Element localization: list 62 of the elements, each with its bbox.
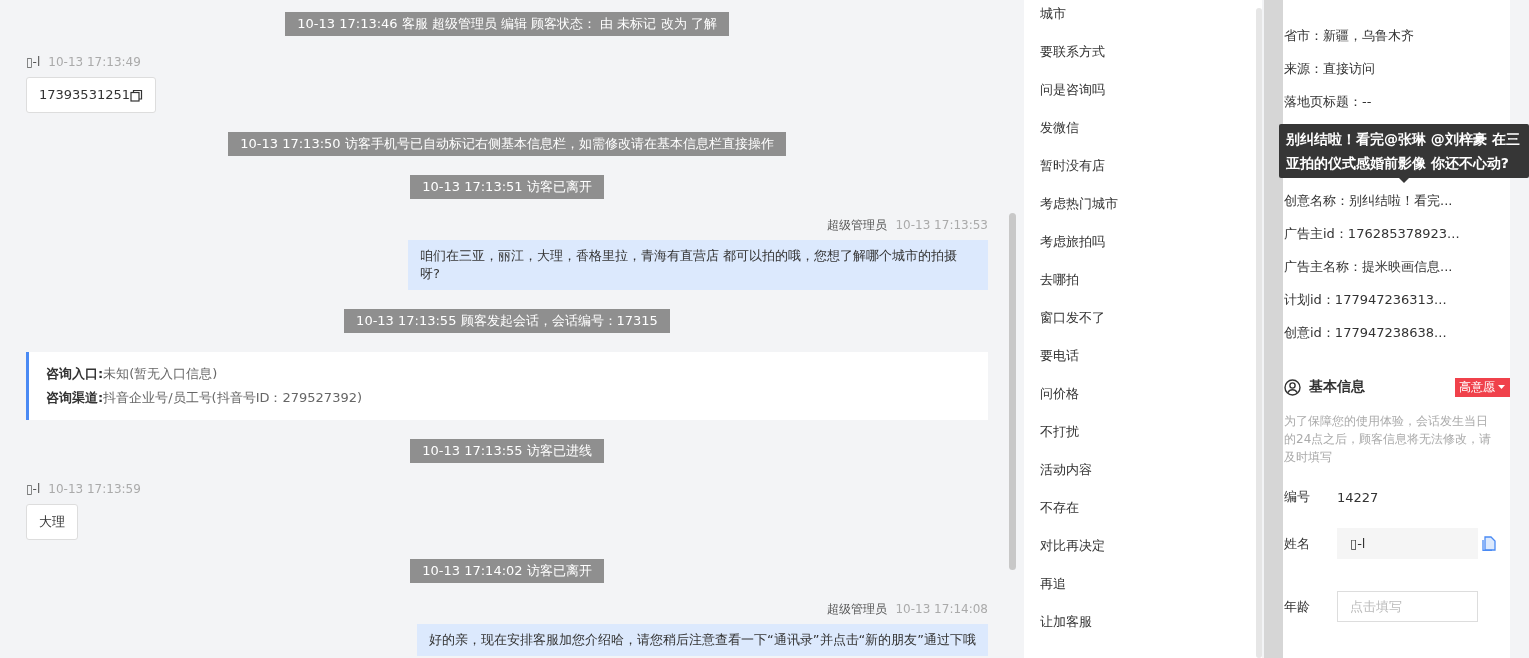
system-message: 10-13 17:13:55 顾客发起会话，会话编号：17315 xyxy=(344,309,670,333)
info-label: 咨询渠道: xyxy=(46,390,104,405)
message-time: 10-13 17:13:53 xyxy=(895,218,988,232)
quick-reply-item[interactable]: 去哪拍 xyxy=(1024,261,1256,299)
quick-reply-item[interactable]: 问价格 xyxy=(1024,375,1256,413)
scrollbar[interactable] xyxy=(1009,213,1016,570)
system-message: 10-13 17:13:50 访客手机号已自动标记右侧基本信息栏，如需修改请在基本信息栏直接操作 xyxy=(228,132,786,156)
quick-reply-item[interactable]: 不存在 xyxy=(1024,489,1256,527)
message-bubble: 好的亲，现在安排客服加您介绍哈，请您稍后注意查看一下“通讯录”并点击“新的朋友”通过下哦 xyxy=(417,624,988,656)
tooltip: 别纠结啦！看完@张琳 @刘梓豪 在三亚拍的仪式感婚前影像 你还不心动? xyxy=(1279,124,1529,183)
message-bubble: 17393531251 xyxy=(26,77,156,113)
message-time: 10-13 17:14:08 xyxy=(895,602,988,616)
intent-dropdown[interactable]: 高意愿 xyxy=(1455,377,1510,397)
notice-text: 为了保障您的使用体验，会话发生当日的24点之后，顾客信息将无法修改，请及时填写 xyxy=(1284,413,1493,466)
quick-reply-item[interactable]: 要电话 xyxy=(1024,337,1256,375)
sender-name: 超级管理员 xyxy=(827,602,888,616)
message-time: 10-13 17:13:59 xyxy=(48,482,141,496)
info-row-text: 创意名称：别纠结啦！看完... xyxy=(1284,192,1454,210)
info-row-text: 创意id：177947238638... xyxy=(1284,324,1448,342)
message-bubble: 大理 xyxy=(26,504,78,540)
copy-icon[interactable] xyxy=(130,88,143,102)
quick-reply-item[interactable]: 问是咨询吗 xyxy=(1024,71,1256,109)
sender-name: ▯-l xyxy=(26,482,41,496)
field-label: 编号 xyxy=(1284,488,1311,506)
section-title: 基本信息 xyxy=(1309,378,1366,396)
system-message: 10-13 17:14:02 访客已离开 xyxy=(410,559,604,583)
info-row-text: 省市：新疆，乌鲁木齐 xyxy=(1284,27,1415,45)
info-row-text: 广告主id：176285378923... xyxy=(1284,225,1461,243)
quick-reply-item[interactable]: 让加客服 xyxy=(1024,603,1256,641)
quick-reply-item[interactable]: 再追 xyxy=(1024,565,1256,603)
caret-icon xyxy=(1498,385,1505,389)
system-message: 10-13 17:13:46 客服 超级管理员 编辑 顾客状态： 由 未标记 改为 了解 xyxy=(285,12,729,36)
message-time: 10-13 17:13:49 xyxy=(48,55,141,69)
tooltip-arrow xyxy=(1399,178,1409,183)
field-value: 14227 xyxy=(1337,489,1379,505)
quick-reply-item[interactable]: 暂时没有店 xyxy=(1024,147,1256,185)
info-value: 抖音企业号/员工号(抖音号ID：279527392) xyxy=(103,390,362,405)
quick-reply-item[interactable]: 不打扰 xyxy=(1024,413,1256,451)
info-label: 咨询入口: xyxy=(46,366,104,381)
quick-reply-item[interactable]: 城市 xyxy=(1024,0,1256,33)
info-value: 未知(暂无入口信息) xyxy=(103,366,218,381)
input-field[interactable]: 点击填写 xyxy=(1337,591,1478,622)
field-label: 姓名 xyxy=(1284,534,1311,553)
info-row-text: 来源：直接访问 xyxy=(1284,60,1376,78)
quick-reply-item[interactable]: 要联系方式 xyxy=(1024,33,1256,71)
user-icon xyxy=(1284,378,1301,396)
info-row-text: 计划id：177947236313... xyxy=(1284,291,1448,309)
quick-reply-item[interactable]: 发微信 xyxy=(1024,109,1256,147)
info-row-text: 广告主名称：提米映画信息... xyxy=(1284,258,1454,276)
quick-reply-item[interactable]: 窗口发不了 xyxy=(1024,299,1256,337)
scrollbar[interactable] xyxy=(1256,8,1262,658)
quick-reply-item[interactable]: 活动内容 xyxy=(1024,451,1256,489)
info-row-text: 落地页标题：-- xyxy=(1284,93,1373,111)
sender-name: ▯-l xyxy=(26,55,41,69)
sender-name: 超级管理员 xyxy=(827,218,888,232)
message-bubble: 咱们在三亚，丽江，大理，香格里拉，青海有直营店 都可以拍的哦，您想了解哪个城市的拍摄呀? xyxy=(408,240,988,290)
field-label: 年龄 xyxy=(1284,597,1311,616)
quick-reply-item[interactable]: 考虑热门城市 xyxy=(1024,185,1256,223)
system-message: 10-13 17:13:51 访客已离开 xyxy=(410,175,604,199)
system-message: 10-13 17:13:55 访客已进线 xyxy=(410,439,604,463)
quick-reply-item[interactable]: 考虑旅拍吗 xyxy=(1024,223,1256,261)
quick-reply-item[interactable]: 对比再决定 xyxy=(1024,527,1256,565)
